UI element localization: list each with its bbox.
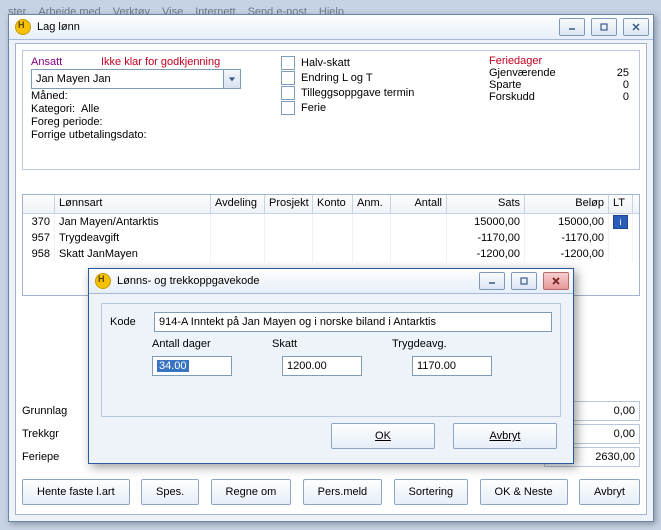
- kode-groupbox: Kode 914-A Inntekt på Jan Mayen og i nor…: [101, 303, 561, 417]
- antall-input[interactable]: 34.00: [152, 356, 232, 376]
- sortering-button[interactable]: Sortering: [394, 479, 469, 505]
- avbryt-button[interactable]: Avbryt: [453, 423, 557, 449]
- employee-combo[interactable]: Jan Mayen Jan: [31, 69, 241, 89]
- total-label: Grunnlag: [22, 405, 67, 417]
- titlebar[interactable]: Lag lønn: [9, 15, 653, 40]
- foreg-periode-label: Foreg periode:: [31, 116, 103, 128]
- dialog-titlebar[interactable]: Lønns- og trekkoppgavekode: [89, 269, 573, 294]
- feriedager-header: Feriedager: [489, 55, 629, 67]
- spes-button[interactable]: Spes.: [141, 479, 199, 505]
- antall-label: Antall dager: [152, 338, 222, 350]
- regne-om-button[interactable]: Regne om: [211, 479, 292, 505]
- ferie-check[interactable]: Ferie: [281, 101, 414, 115]
- kode-label: Kode: [110, 316, 146, 328]
- hente-faste-button[interactable]: Hente faste l.art: [22, 479, 130, 505]
- ansatt-label: Ansatt: [31, 56, 95, 68]
- app-icon: [95, 273, 111, 289]
- total-label: Feriepe: [22, 451, 59, 463]
- kategori-value: Alle: [81, 103, 99, 115]
- checkbox-icon[interactable]: [281, 101, 295, 115]
- col-header[interactable]: Prosjekt: [265, 195, 313, 213]
- table-row[interactable]: 958 Skatt JanMayen -1200,00 -1200,00: [23, 246, 639, 262]
- halvskatt-check[interactable]: Halv-skatt: [281, 56, 414, 70]
- col-header[interactable]: [23, 195, 55, 213]
- col-header[interactable]: Anm.: [353, 195, 391, 213]
- col-header[interactable]: Lønnsart: [55, 195, 211, 213]
- kategori-label: Kategori:: [31, 103, 75, 115]
- employee-frame: Ansatt Ikke klar for godkjenning Jan May…: [22, 50, 640, 170]
- col-header[interactable]: Sats: [447, 195, 525, 213]
- options-checks: Halv-skatt Endring L og T Tilleggsoppgav…: [281, 55, 414, 116]
- endring-check[interactable]: Endring L og T: [281, 71, 414, 85]
- forrige-utbetaling-label: Forrige utbetalingsdato:: [31, 129, 147, 141]
- minimize-button[interactable]: [559, 18, 585, 36]
- app-icon: [15, 19, 31, 35]
- col-header[interactable]: Beløp: [525, 195, 609, 213]
- kode-input[interactable]: 914-A Inntekt på Jan Mayen og i norske b…: [154, 312, 552, 332]
- checkbox-icon[interactable]: [281, 71, 295, 85]
- close-button[interactable]: [623, 18, 649, 36]
- total-label: Trekkgr: [22, 428, 59, 440]
- employee-combo-value: Jan Mayen Jan: [36, 73, 111, 85]
- window-title: Lag lønn: [37, 21, 559, 33]
- close-button[interactable]: [543, 272, 569, 290]
- trygd-input[interactable]: 1170.00: [412, 356, 492, 376]
- checkbox-icon[interactable]: [281, 86, 295, 100]
- checkbox-icon[interactable]: [281, 56, 295, 70]
- button-bar: Hente faste l.art Spes. Regne om Pers.me…: [22, 476, 640, 508]
- chevron-down-icon[interactable]: [223, 70, 240, 88]
- skatt-label: Skatt: [272, 338, 342, 350]
- skatt-input[interactable]: 1200.00: [282, 356, 362, 376]
- dialog-lt-kode: Lønns- og trekkoppgavekode Kode 914-A In…: [88, 268, 574, 464]
- maned-label: Måned:: [31, 90, 68, 102]
- minimize-button[interactable]: [479, 272, 505, 290]
- maximize-button[interactable]: [591, 18, 617, 36]
- avbryt-button[interactable]: Avbryt: [579, 479, 640, 505]
- feriedager-panel: Feriedager Gjenværende25 Sparte0 Forskud…: [489, 55, 629, 103]
- trygd-label: Trygdeavg.: [392, 338, 462, 350]
- pers-meld-button[interactable]: Pers.meld: [303, 479, 383, 505]
- approval-status: Ikke klar for godkjenning: [101, 56, 220, 68]
- ok-neste-button[interactable]: OK & Neste: [480, 479, 568, 505]
- col-header[interactable]: Konto: [313, 195, 353, 213]
- col-header[interactable]: Avdeling: [211, 195, 265, 213]
- col-header[interactable]: LT: [609, 195, 633, 213]
- dialog-title: Lønns- og trekkoppgavekode: [117, 275, 479, 287]
- table-row[interactable]: 957 Trygdeavgift -1170,00 -1170,00: [23, 230, 639, 246]
- maximize-button[interactable]: [511, 272, 537, 290]
- lt-info-icon[interactable]: i: [613, 215, 628, 229]
- tillegg-check[interactable]: Tilleggsoppgave termin: [281, 86, 414, 100]
- col-header[interactable]: Antall: [391, 195, 447, 213]
- table-row[interactable]: 370 Jan Mayen/Antarktis 15000,00 15000,0…: [23, 214, 639, 230]
- ok-button[interactable]: OK: [331, 423, 435, 449]
